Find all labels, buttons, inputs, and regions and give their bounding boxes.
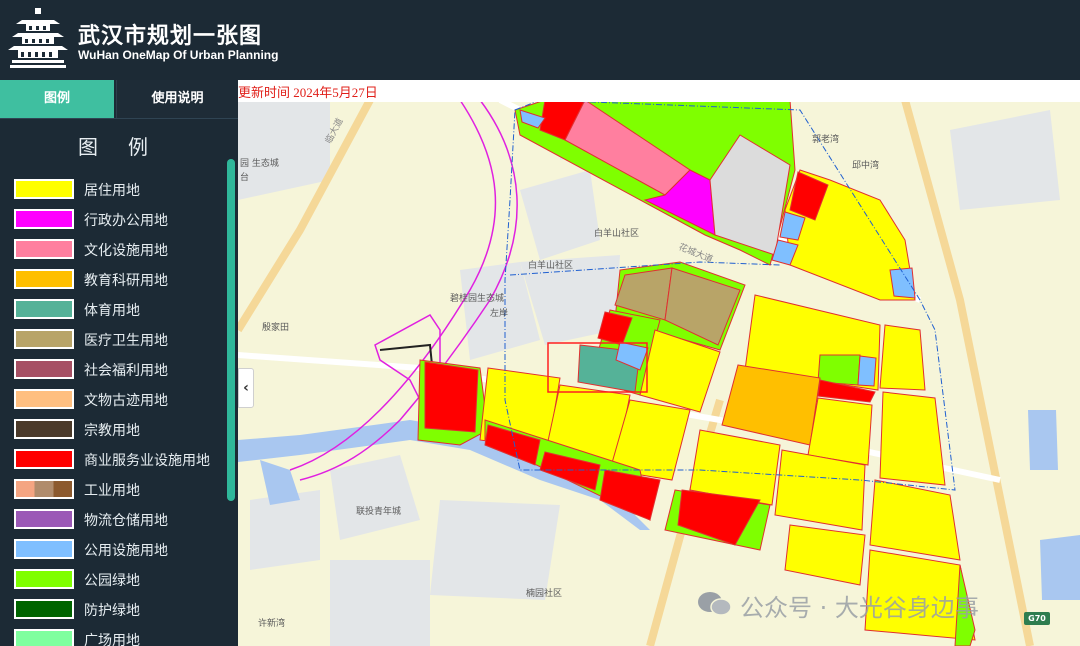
legend-swatch [14, 389, 74, 409]
place-label: 郭老湾 [812, 135, 840, 145]
legend-item: 教育科研用地 [14, 269, 224, 291]
legend-label: 防护绿地 [84, 603, 140, 619]
legend-label: 体育用地 [84, 303, 140, 319]
legend-swatch [14, 179, 74, 199]
legend-title: 图例 [78, 135, 178, 159]
map-canvas[interactable] [238, 80, 1080, 646]
app-root: 武汉市规划一张图 WuHan OneMap Of Urban Planning … [0, 0, 1080, 646]
place-label: 联投青年城 [356, 507, 402, 517]
legend-label: 文物古迹用地 [84, 393, 168, 409]
watermark-text: 公众号 · 大光谷身边事 [740, 594, 979, 622]
legend-item: 公用设施用地 [14, 539, 224, 561]
legend-label: 商业服务业设施用地 [84, 453, 210, 469]
place-label: 楠园社区 [526, 589, 563, 599]
legend-item: 广场用地 [14, 629, 224, 646]
legend-swatch [14, 569, 74, 589]
legend-swatch [14, 209, 74, 229]
place-label: 台 [240, 173, 250, 183]
legend-label: 公园绿地 [84, 573, 140, 589]
legend-swatch [14, 449, 74, 469]
sidebar: 图例 使用说明 图例 居住用地行政办公用地 文化设施用地 教育科研用地 体育用地医疗卫… [0, 80, 238, 646]
wechat-icon [698, 592, 732, 616]
update-time: 更新时间 2024年5月27日 [238, 85, 378, 100]
legend-item: 社会福利用地 [14, 359, 224, 381]
place-label: 左岸 [490, 309, 509, 319]
legend-swatch [14, 629, 74, 646]
legend-item: 宗教用地 [14, 419, 224, 441]
legend-label: 公用设施用地 [84, 543, 168, 559]
legend-label: 物流仓储用地 [84, 513, 168, 529]
place-label: 殷家田 [262, 323, 290, 333]
legend-label: 工业用地 [84, 483, 140, 499]
legend-label: 宗教用地 [84, 423, 140, 439]
legend-swatch [14, 359, 74, 379]
legend-label: 社会福利用地 [84, 363, 168, 379]
legend-item: 居住用地 [14, 179, 224, 201]
legend-panel: 图例 居住用地行政办公用地 文化设施用地 教育科研用地 体育用地医疗卫生用地 社会福利用… [0, 118, 238, 646]
legend-label: 行政办公用地 [84, 213, 168, 229]
legend-label: 医疗卫生用地 [84, 333, 168, 349]
tab-usage-instructions[interactable]: 使用说明 [116, 80, 238, 118]
legend-item: 公园绿地 [14, 569, 224, 591]
legend-swatch [14, 509, 74, 529]
highway-badge: G70 [1024, 612, 1050, 625]
place-label: 许新湾 [258, 619, 286, 629]
place-label: 园 生态城 [240, 159, 279, 169]
place-label: 白羊山社区 [528, 261, 574, 271]
legend-item: 商业服务业设施用地 [14, 449, 224, 471]
legend-item: 文物古迹用地 [14, 389, 224, 411]
legend-label: 教育科研用地 [84, 273, 168, 289]
app-subtitle: WuHan OneMap Of Urban Planning [78, 48, 279, 62]
update-bar: 更新时间 2024年5月27日 [238, 80, 1080, 102]
legend-swatch [14, 239, 74, 259]
collapse-sidebar-button[interactable]: ‹ [238, 368, 254, 408]
legend-swatch [14, 599, 74, 619]
legend-swatch [14, 419, 74, 439]
app-title: 武汉市规划一张图 [78, 24, 263, 49]
legend-swatch [14, 539, 74, 559]
legend-swatch [14, 299, 74, 319]
legend-label: 文化设施用地 [84, 243, 168, 259]
legend-item: 物流仓储用地 [14, 509, 224, 531]
legend-label: 广场用地 [84, 633, 140, 646]
place-label: 碧桂园生态城 [450, 294, 505, 304]
place-label: 白羊山社区 [594, 229, 640, 239]
legend-swatch [14, 329, 74, 349]
map-svg [238, 80, 1080, 646]
legend-item: 工业用地 [14, 479, 224, 501]
legend-scrollbar[interactable] [227, 159, 235, 501]
header: 武汉市规划一张图 WuHan OneMap Of Urban Planning [0, 0, 1080, 80]
place-label: 邱中湾 [852, 161, 880, 171]
legend-item: 体育用地 [14, 299, 224, 321]
legend-swatch [14, 269, 74, 289]
chevron-left-icon: ‹ [243, 380, 249, 396]
tab-legend[interactable]: 图例 [0, 80, 114, 118]
legend-item: 文化设施用地 [14, 239, 224, 261]
legend-item: 行政办公用地 [14, 209, 224, 231]
yellow-crane-tower-logo [8, 8, 68, 68]
legend-item: 医疗卫生用地 [14, 329, 224, 351]
legend-swatch [14, 479, 74, 499]
legend-item: 防护绿地 [14, 599, 224, 621]
legend-label: 居住用地 [84, 183, 140, 199]
